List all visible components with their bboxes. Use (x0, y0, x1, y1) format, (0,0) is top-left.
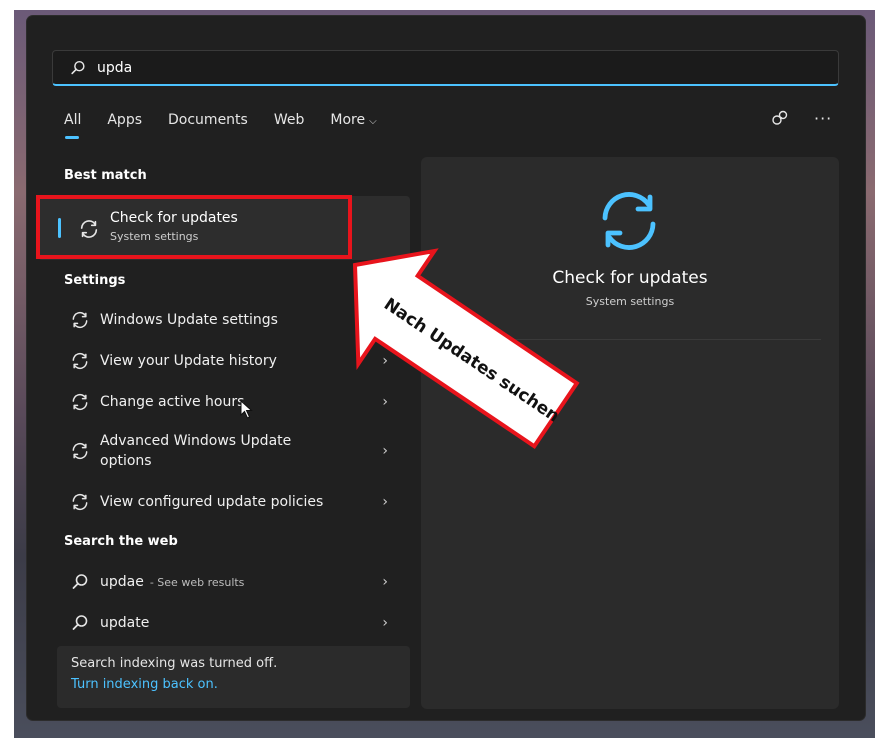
settings-item-update-policies[interactable]: View configured update policies › (55, 483, 410, 521)
tab-apps[interactable]: Apps (107, 112, 142, 128)
sync-icon (72, 493, 88, 511)
turn-indexing-on-link[interactable]: Turn indexing back on. (71, 677, 396, 692)
more-options-button[interactable]: ··· (814, 109, 832, 128)
tab-more-label: More (330, 112, 366, 128)
settings-item-label: Change active hours (100, 394, 245, 410)
web-item-updae[interactable]: updae - See web results › (55, 563, 410, 601)
chevron-right-icon: › (382, 574, 388, 590)
search-icon (71, 60, 85, 74)
search-icon (72, 574, 88, 589)
section-search-web: Search the web (64, 534, 178, 549)
web-item-hint: - See web results (149, 575, 245, 589)
indexing-notice-text: Search indexing was turned off. (71, 656, 278, 671)
search-query[interactable]: upda (97, 60, 132, 76)
sync-icon (72, 442, 88, 460)
search-icon (72, 615, 88, 630)
search-input[interactable]: upda (52, 50, 839, 86)
web-item-label: updae (100, 574, 144, 590)
sync-icon (72, 352, 88, 370)
chevron-right-icon: › (382, 615, 388, 631)
mouse-cursor-icon (240, 400, 253, 419)
sync-icon (72, 393, 88, 411)
highlight-box (36, 195, 352, 259)
section-settings: Settings (64, 273, 126, 288)
settings-item-label: View your Update history (100, 353, 277, 369)
annotation-arrow: Nach Updates suchen (352, 248, 580, 450)
chevron-down-icon: ⌵ (369, 116, 377, 127)
tab-all-label: All (64, 112, 82, 128)
web-item-label: update (100, 615, 150, 631)
settings-item-label: Windows Update settings (100, 312, 278, 328)
tab-documents-label: Documents (168, 112, 248, 128)
top-right-actions: ··· (770, 108, 832, 128)
tab-more[interactable]: More ⌵ (330, 112, 376, 128)
tab-apps-label: Apps (107, 112, 143, 128)
sync-icon (72, 311, 88, 329)
chevron-right-icon: › (382, 494, 388, 510)
settings-item-label: Advanced Windows Update options (100, 433, 292, 469)
settings-item-label: View configured update policies (100, 494, 324, 510)
web-item-update[interactable]: update › (55, 604, 410, 642)
filter-tabs: All Apps Documents Web More ⌵ (64, 112, 403, 139)
tab-documents[interactable]: Documents (168, 112, 248, 128)
section-best-match: Best match (64, 168, 147, 183)
tab-web-label: Web (273, 112, 305, 128)
tab-web[interactable]: Web (274, 112, 305, 128)
tab-all[interactable]: All (64, 112, 82, 139)
rewards-icon[interactable] (770, 108, 790, 128)
indexing-notice: Search indexing was turned off. Turn ind… (57, 646, 410, 708)
